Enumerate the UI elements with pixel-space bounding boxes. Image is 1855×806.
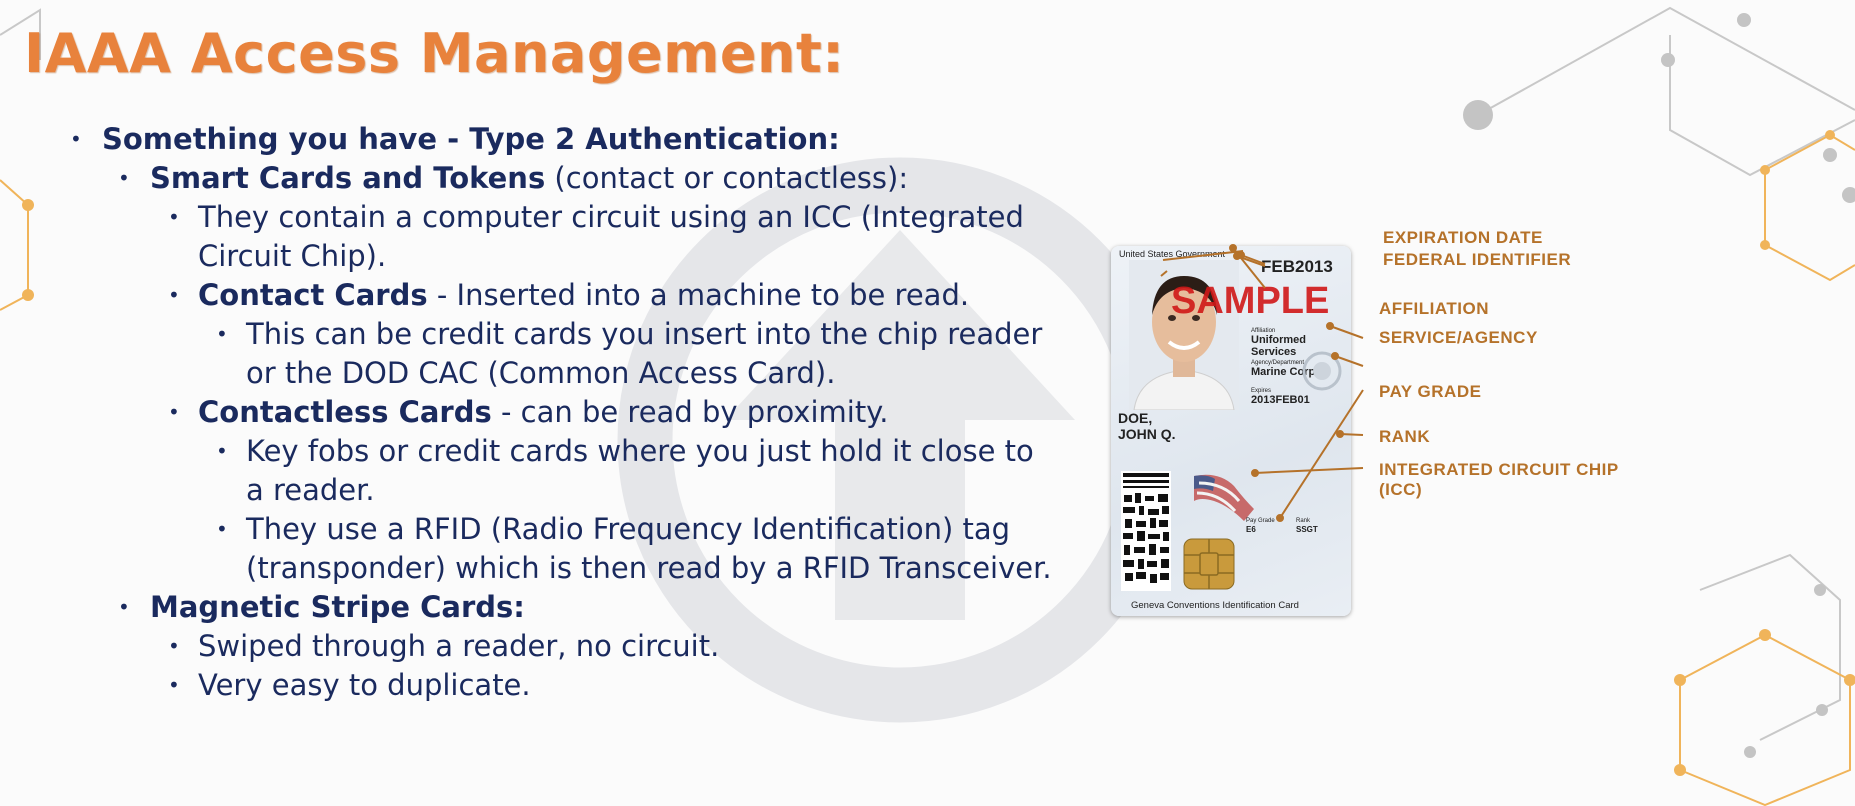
bullet-dot-icon: • <box>168 673 180 697</box>
callout-rank: RANK <box>1379 427 1431 446</box>
bullet-bold-text: Contactless Cards <box>198 395 492 429</box>
bullet-text: - Inserted into a machine to be read. <box>427 278 970 312</box>
bullet-item: • This can be credit cards you insert in… <box>0 315 1060 393</box>
bullet-item: • Key fobs or credit cards where you jus… <box>0 432 1060 510</box>
bullet-bold-text: Magnetic Stripe Cards: <box>150 590 525 624</box>
bullet-dot-icon: • <box>168 205 180 229</box>
bullet-dot-icon: • <box>118 166 130 190</box>
bullet-text: Very easy to duplicate. <box>198 668 531 702</box>
callout-federal-identifier: FEDERAL IDENTIFIER <box>1383 250 1572 269</box>
bullet-dot-icon: • <box>168 634 180 658</box>
bullet-text: Key fobs or credit cards where you just … <box>246 434 1034 507</box>
bullet-dot-icon: • <box>168 283 180 307</box>
bullet-item: • They use a RFID (Radio Frequency Ident… <box>0 510 1060 588</box>
bullet-item: • Contact Cards - Inserted into a machin… <box>0 276 1060 315</box>
callout-pay-grade: PAY GRADE <box>1379 382 1482 401</box>
bullet-text: (contact or contactless): <box>545 161 909 195</box>
bullet-bold-text: Smart Cards and Tokens <box>150 161 546 195</box>
bullet-dot-icon: • <box>168 400 180 424</box>
bullet-bold-text: Contact Cards <box>198 278 428 312</box>
bullet-item: • Very easy to duplicate. <box>0 666 1060 705</box>
bullet-text: - can be read by proximity. <box>491 395 889 429</box>
bullet-item: • Something you have - Type 2 Authentica… <box>0 120 1060 159</box>
bullet-bold-text: Something you have - Type 2 Authenticati… <box>102 122 840 156</box>
bullet-text: This can be credit cards you insert into… <box>246 317 1043 390</box>
bullet-text: They use a RFID (Radio Frequency Identif… <box>246 512 1052 585</box>
bullet-item: • They contain a computer circuit using … <box>0 198 1060 276</box>
bullet-item: • Swiped through a reader, no circuit. <box>0 627 1060 666</box>
bullet-dot-icon: • <box>70 127 82 151</box>
bullet-item: • Magnetic Stripe Cards: <box>0 588 1060 627</box>
callout-affiliation: AFFILIATION <box>1379 299 1489 318</box>
bullet-dot-icon: • <box>216 439 228 463</box>
id-card-figure: United States Government FEB2013 SAMPLE … <box>1105 228 1665 618</box>
bullet-dot-icon: • <box>118 595 130 619</box>
callout-service-agency: SERVICE/AGENCY <box>1379 328 1538 347</box>
callout-expiration-date: EXPIRATION DATE <box>1383 228 1543 247</box>
bullet-text: They contain a computer circuit using an… <box>198 200 1024 273</box>
bullet-dot-icon: • <box>216 517 228 541</box>
slide-title: IAAA Access Management: <box>24 22 845 85</box>
bullet-text: Swiped through a reader, no circuit. <box>198 629 720 663</box>
callout-icc: INTEGRATED CIRCUIT CHIP (ICC) <box>1379 460 1619 499</box>
bullet-list: • Something you have - Type 2 Authentica… <box>0 120 1060 705</box>
bullet-item: • Contactless Cards - can be read by pro… <box>0 393 1060 432</box>
bullet-item: • Smart Cards and Tokens (contact or con… <box>0 159 1060 198</box>
bullet-dot-icon: • <box>216 322 228 346</box>
